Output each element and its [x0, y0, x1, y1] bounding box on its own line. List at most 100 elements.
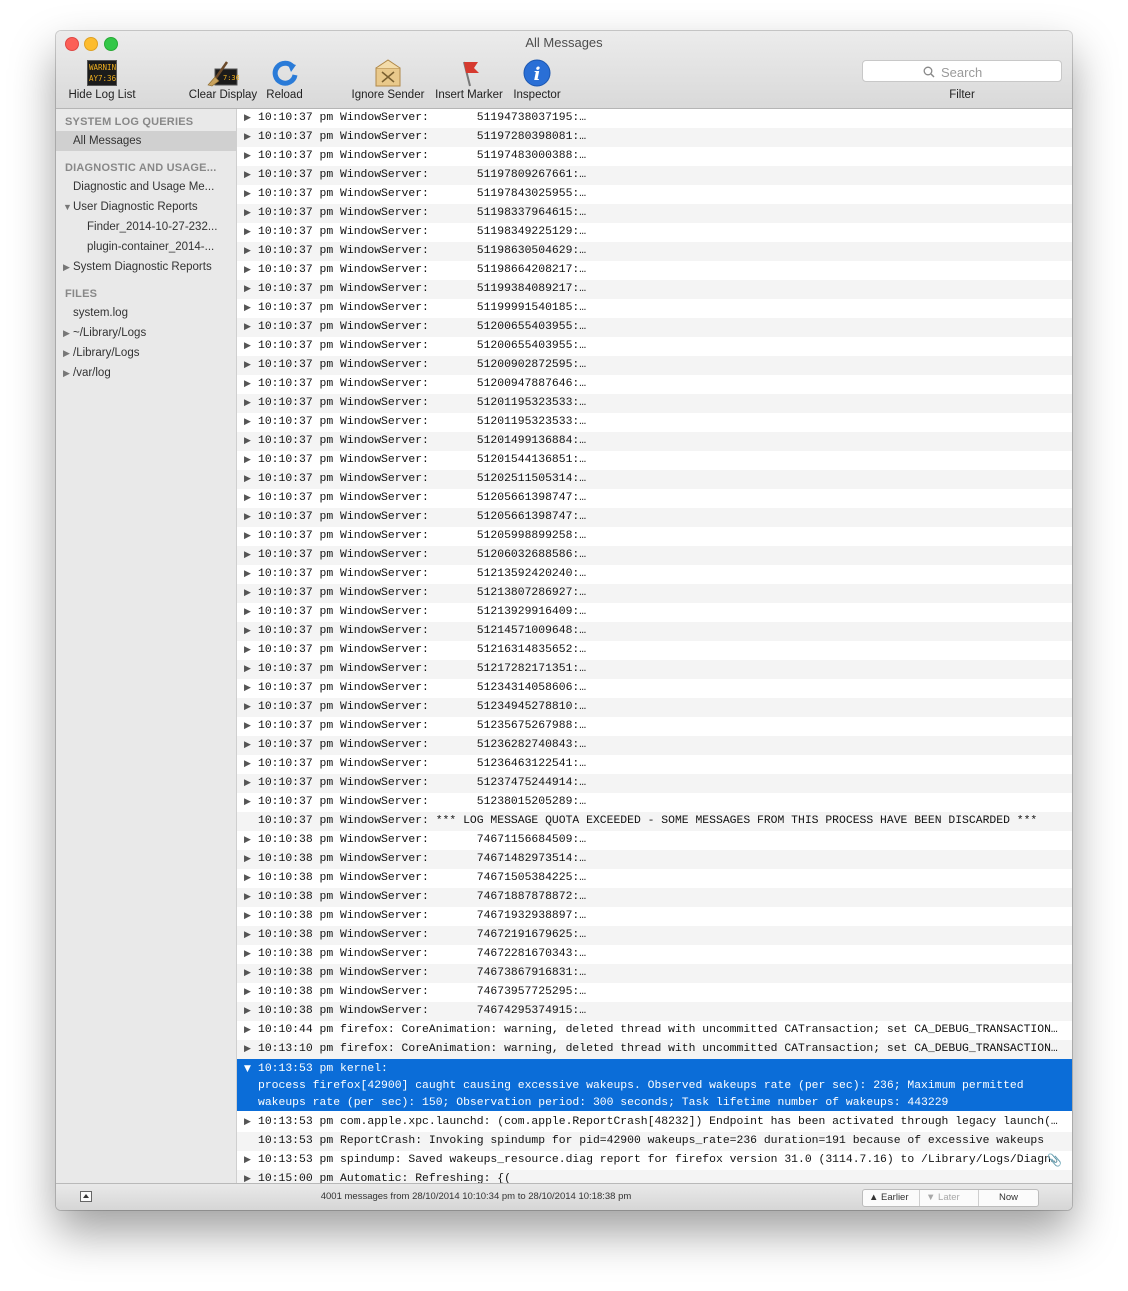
disclosure-collapsed-icon[interactable]: ▶: [244, 1021, 251, 1040]
disclosure-collapsed-icon[interactable]: ▶: [244, 432, 251, 451]
log-row[interactable]: ▶ 10:10:37 pm WindowServer: 5119728039808…: [237, 128, 1072, 147]
paperclip-icon[interactable]: 📎: [1047, 1151, 1062, 1170]
log-row[interactable]: ▶ 10:10:38 pm WindowServer: 7467429537491…: [237, 1002, 1072, 1021]
reload-button[interactable]: Reload: [262, 57, 307, 101]
disclosure-collapsed-icon[interactable]: ▶: [244, 641, 251, 660]
disclosure-collapsed-icon[interactable]: ▶: [244, 565, 251, 584]
sidebar-item-all-messages[interactable]: All Messages: [56, 131, 236, 151]
log-row[interactable]: ▶ 10:10:37 pm WindowServer: 5120090287259…: [237, 356, 1072, 375]
search-input[interactable]: [939, 64, 1063, 81]
disclosure-collapsed-icon[interactable]: ▶: [244, 242, 251, 261]
sidebar-item-plugin-report[interactable]: plugin-container_2014-...: [56, 237, 236, 257]
disclosure-collapsed-icon[interactable]: ▶: [244, 831, 251, 850]
log-message-list[interactable]: ▶ 10:10:37 pm WindowServer: 5119473803719…: [237, 109, 1072, 1183]
log-row[interactable]: ▶ 10:10:37 pm WindowServer: 5123494527881…: [237, 698, 1072, 717]
disclosure-collapsed-icon[interactable]: ▶: [244, 926, 251, 945]
disclosure-collapsed-icon[interactable]: ▶: [244, 318, 251, 337]
hide-log-list-button[interactable]: WARNIN AY7:36 Hide Log List: [64, 57, 140, 101]
log-row[interactable]: ▶ 10:10:44 pm firefox: CoreAnimation: war…: [237, 1021, 1072, 1040]
disclosure-collapsed-icon[interactable]: ▶: [244, 299, 251, 318]
disclosure-collapsed-icon[interactable]: ▶: [244, 755, 251, 774]
log-row[interactable]: ▶ 10:10:37 pm WindowServer: 5123431405860…: [237, 679, 1072, 698]
disclosure-collapsed-icon[interactable]: ▶: [244, 489, 251, 508]
log-row[interactable]: ▶ 10:10:37 pm WindowServer: 5120566139874…: [237, 489, 1072, 508]
disclosure-collapsed-icon[interactable]: ▶: [244, 546, 251, 565]
log-row[interactable]: ▶ 10:10:37 pm WindowServer: 5120065540395…: [237, 318, 1072, 337]
log-row[interactable]: ▶ 10:10:37 pm WindowServer: 5121392991640…: [237, 603, 1072, 622]
log-row[interactable]: ▶ 10:10:37 pm WindowServer: 5119833796461…: [237, 204, 1072, 223]
disclosure-collapsed-icon[interactable]: ▶: [244, 584, 251, 603]
disclosure-collapsed-icon[interactable]: ▶: [244, 204, 251, 223]
log-row[interactable]: ▶ 10:10:37 pm WindowServer: 5120149913688…: [237, 432, 1072, 451]
log-row[interactable]: ▶ 10:10:38 pm WindowServer: 7467219167962…: [237, 926, 1072, 945]
clear-display-button[interactable]: 7:36 Clear Display: [184, 57, 262, 101]
disclosure-collapsed-icon[interactable]: ▶: [63, 343, 70, 363]
disclosure-collapsed-icon[interactable]: ▶: [244, 1040, 251, 1059]
disclosure-collapsed-icon[interactable]: ▶: [63, 323, 70, 343]
disclosure-collapsed-icon[interactable]: ▶: [244, 1170, 251, 1183]
log-row[interactable]: ▶ 10:10:37 pm WindowServer: 5120119532353…: [237, 394, 1072, 413]
disclosure-collapsed-icon[interactable]: ▶: [63, 363, 70, 383]
disclosure-collapsed-icon[interactable]: ▶: [244, 774, 251, 793]
disclosure-collapsed-icon[interactable]: ▶: [244, 280, 251, 299]
log-row[interactable]: ▶ 10:10:37 pm WindowServer: 5121380728692…: [237, 584, 1072, 603]
sidebar-item-library-logs[interactable]: ▶ /Library/Logs: [56, 343, 236, 363]
log-row[interactable]: ▶ 10:10:37 pm WindowServer: 5119473803719…: [237, 109, 1072, 128]
disclosure-collapsed-icon[interactable]: ▶: [244, 147, 251, 166]
sidebar-item-diagnostic-usage[interactable]: Diagnostic and Usage Me...: [56, 177, 236, 197]
show-hide-detail-button[interactable]: [80, 1191, 92, 1202]
log-row[interactable]: ▶ 10:10:37 pm WindowServer: 5120566139874…: [237, 508, 1072, 527]
log-row[interactable]: ▶ 10:10:38 pm WindowServer: 7467386791683…: [237, 964, 1072, 983]
log-row[interactable]: ▶ 10:10:37 pm WindowServer: 5120603268858…: [237, 546, 1072, 565]
later-button[interactable]: ▼ Later: [920, 1190, 979, 1206]
sidebar-item-user-library-logs[interactable]: ▶ ~/Library/Logs: [56, 323, 236, 343]
log-row[interactable]: ▶ 10:10:37 pm WindowServer: 5119938408921…: [237, 280, 1072, 299]
disclosure-collapsed-icon[interactable]: ▶: [63, 257, 70, 277]
log-row[interactable]: ▶ 10:10:37 pm WindowServer: 5120094788764…: [237, 375, 1072, 394]
log-row[interactable]: ▶ 10:10:37 pm WindowServer: 5119834922512…: [237, 223, 1072, 242]
sidebar-item-system-log[interactable]: system.log: [56, 303, 236, 323]
disclosure-expanded-icon[interactable]: ▼: [244, 1061, 251, 1078]
disclosure-collapsed-icon[interactable]: ▶: [244, 508, 251, 527]
insert-marker-button[interactable]: Insert Marker: [430, 57, 508, 101]
disclosure-collapsed-icon[interactable]: ▶: [244, 166, 251, 185]
log-row[interactable]: ▶ 10:10:37 pm WindowServer: 5119748300038…: [237, 147, 1072, 166]
log-row[interactable]: ▶ 10:10:38 pm WindowServer: 7467228167034…: [237, 945, 1072, 964]
disclosure-collapsed-icon[interactable]: ▶: [244, 660, 251, 679]
disclosure-collapsed-icon[interactable]: ▶: [244, 945, 251, 964]
log-row[interactable]: ▶ 10:10:37 pm WindowServer: 5119780926766…: [237, 166, 1072, 185]
disclosure-collapsed-icon[interactable]: ▶: [244, 261, 251, 280]
log-row[interactable]: 10:13:53 pm ReportCrash: Invoking spindu…: [237, 1132, 1072, 1151]
sidebar-item-var-log[interactable]: ▶ /var/log: [56, 363, 236, 383]
disclosure-collapsed-icon[interactable]: ▶: [244, 622, 251, 641]
log-row[interactable]: ▶ 10:10:37 pm WindowServer: 5120065540395…: [237, 337, 1072, 356]
log-row[interactable]: ▶ 10:10:37 pm WindowServer: 5123801520528…: [237, 793, 1072, 812]
selected-log-row[interactable]: ▼ 10:13:53 pm kernel: process firefox[42…: [237, 1059, 1072, 1111]
log-row[interactable]: ▶ 10:10:37 pm WindowServer: 5120599889925…: [237, 527, 1072, 546]
search-field[interactable]: [862, 60, 1063, 82]
disclosure-collapsed-icon[interactable]: ▶: [244, 413, 251, 432]
log-row[interactable]: ▶ 10:13:53 pm com.apple.xpc.launchd: (com…: [237, 1113, 1072, 1132]
disclosure-collapsed-icon[interactable]: ▶: [244, 223, 251, 242]
log-row[interactable]: ▶ 10:10:38 pm WindowServer: 7467188787887…: [237, 888, 1072, 907]
inspector-button[interactable]: i Inspector: [508, 57, 566, 101]
disclosure-collapsed-icon[interactable]: ▶: [244, 698, 251, 717]
disclosure-collapsed-icon[interactable]: ▶: [244, 470, 251, 489]
log-row[interactable]: ▶ 10:10:37 pm WindowServer: 5120251150531…: [237, 470, 1072, 489]
disclosure-collapsed-icon[interactable]: ▶: [244, 964, 251, 983]
ignore-sender-button[interactable]: Ignore Sender: [348, 57, 428, 101]
disclosure-collapsed-icon[interactable]: ▶: [244, 451, 251, 470]
disclosure-collapsed-icon[interactable]: ▶: [244, 888, 251, 907]
disclosure-collapsed-icon[interactable]: ▶: [244, 1151, 251, 1170]
log-row[interactable]: ▶ 10:10:37 pm WindowServer: 5120154413685…: [237, 451, 1072, 470]
disclosure-collapsed-icon[interactable]: ▶: [244, 356, 251, 375]
disclosure-collapsed-icon[interactable]: ▶: [244, 128, 251, 147]
disclosure-collapsed-icon[interactable]: ▶: [244, 983, 251, 1002]
log-row[interactable]: 10:10:37 pm WindowServer: *** LOG MESSAG…: [237, 812, 1072, 831]
disclosure-collapsed-icon[interactable]: ▶: [244, 185, 251, 204]
log-row[interactable]: ▶ 10:10:37 pm WindowServer: 5123646312254…: [237, 755, 1072, 774]
disclosure-collapsed-icon[interactable]: ▶: [244, 850, 251, 869]
log-row[interactable]: ▶ 10:10:37 pm WindowServer: 5119999154018…: [237, 299, 1072, 318]
log-row[interactable]: ▶ 10:10:38 pm WindowServer: 7467395772529…: [237, 983, 1072, 1002]
disclosure-collapsed-icon[interactable]: ▶: [244, 603, 251, 622]
